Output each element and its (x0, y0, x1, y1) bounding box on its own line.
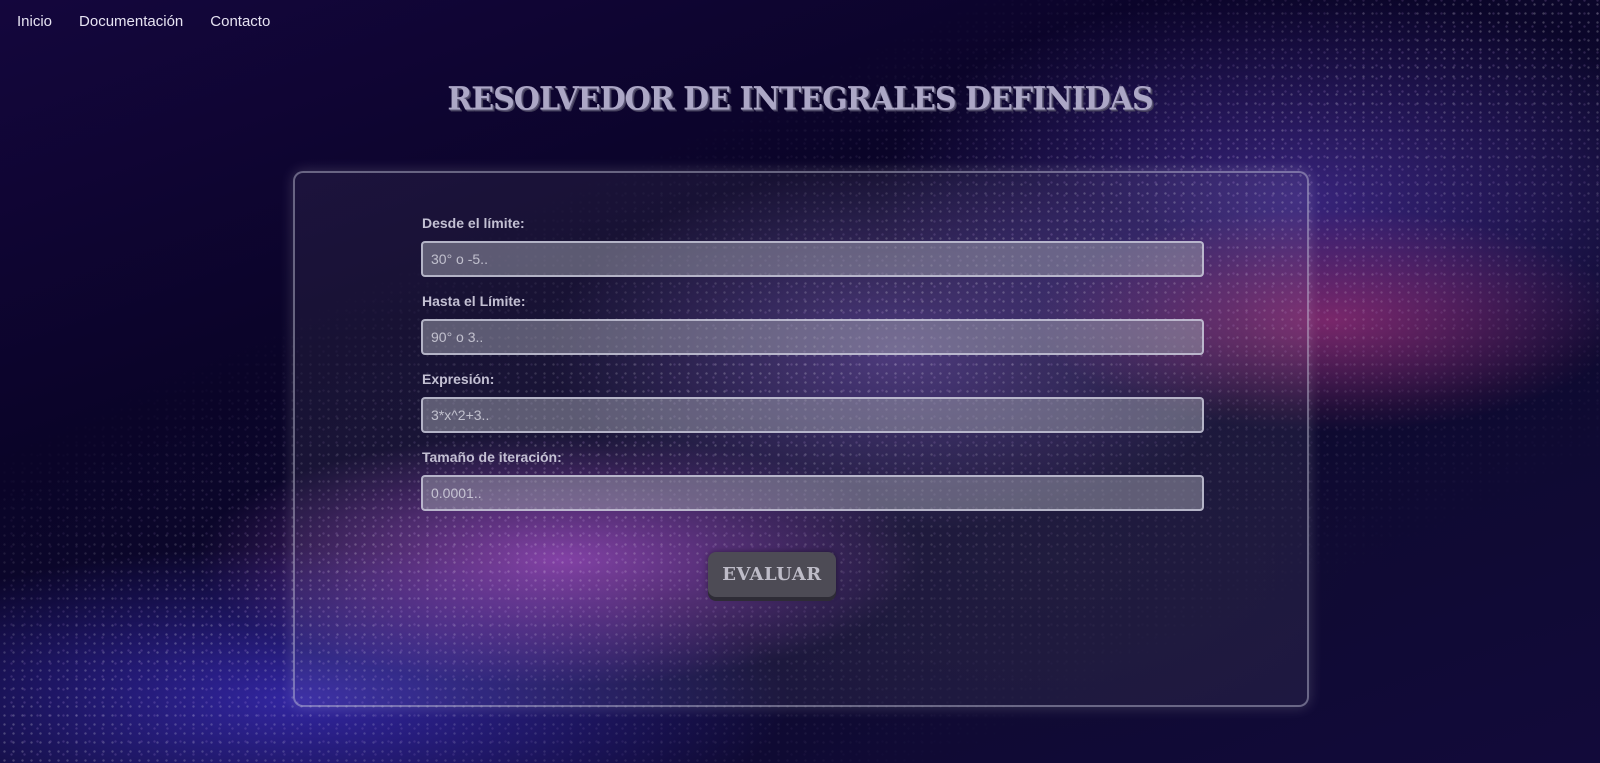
expression-input[interactable] (421, 397, 1204, 433)
upper-limit-label: Hasta el Límite: (422, 293, 526, 309)
nav-link-documentacion[interactable]: Documentación (79, 13, 183, 30)
iteration-size-label: Tamaño de iteración: (422, 449, 562, 465)
nav-link-contacto[interactable]: Contacto (210, 13, 270, 30)
expression-label: Expresión: (422, 371, 495, 387)
nav-link-inicio[interactable]: Inicio (17, 13, 52, 30)
page-title: RESOLVEDOR DE INTEGRALES DEFINIDAS (447, 81, 1153, 118)
lower-limit-label: Desde el límite: (422, 215, 525, 231)
evaluate-button[interactable]: EVALUAR (708, 552, 836, 597)
iteration-size-input[interactable] (421, 475, 1204, 511)
top-nav: Inicio Documentación Contacto (0, 0, 270, 42)
upper-limit-input[interactable] (421, 319, 1204, 355)
lower-limit-input[interactable] (421, 241, 1204, 277)
integral-form-card: Desde el límite: Hasta el Límite: Expres… (293, 171, 1309, 707)
